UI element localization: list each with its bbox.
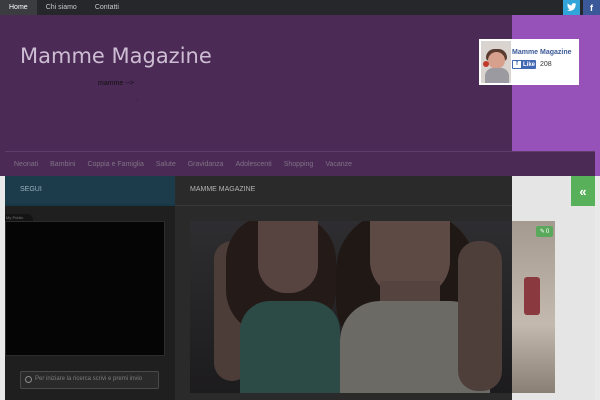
main-nav: Neonati Bambini Coppia e Famiglia Salute… — [5, 151, 595, 176]
search-placeholder: Per iniziare la ricerca scrivi e premi i… — [35, 376, 143, 382]
page-avatar[interactable] — [481, 41, 511, 83]
main-nav-gravidanza[interactable]: Gravidanza — [188, 161, 224, 168]
top-nav-chi-siamo[interactable]: Chi siamo — [37, 0, 86, 15]
breadcrumb: MAMME MAGAZINE — [175, 176, 512, 206]
main-nav-salute[interactable]: Salute — [156, 161, 176, 168]
main-nav-bambini[interactable]: Bambini — [50, 161, 75, 168]
facebook-like-button[interactable]: f Like — [512, 60, 536, 69]
decorative-dot — [137, 99, 138, 100]
site-title[interactable]: Mamme Magazine — [20, 44, 212, 68]
search-input[interactable]: Per iniziare la ricerca scrivi e premi i… — [20, 371, 159, 389]
top-nav-home[interactable]: Home — [0, 0, 37, 15]
search-icon — [25, 376, 32, 383]
collapse-sidebar-icon[interactable]: « — [571, 176, 595, 206]
main-nav-vacanze[interactable]: Vacanze — [325, 161, 352, 168]
like-count: 208 — [540, 61, 552, 68]
site-tagline: mamme --> — [98, 80, 134, 87]
sidebar-title-bar: SEGUI — [5, 176, 175, 206]
facebook-icon[interactable]: f — [583, 0, 600, 15]
featured-image[interactable] — [190, 221, 555, 393]
facebook-like-widget: Mamme Magazine f Like 208 — [479, 39, 579, 85]
top-nav-contatti[interactable]: Contatti — [86, 0, 128, 15]
social-links: f — [560, 0, 600, 15]
comment-count-badge[interactable]: ✎ 0 — [536, 226, 553, 237]
facebook-page-name[interactable]: Mamme Magazine — [512, 49, 572, 56]
video-widget-label: My Public — [6, 215, 24, 220]
comment-icon: ✎ — [539, 229, 545, 235]
breadcrumb-label: MAMME MAGAZINE — [190, 186, 256, 193]
top-nav: Home Chi siamo Contatti — [0, 0, 128, 15]
main-nav-neonati[interactable]: Neonati — [14, 161, 38, 168]
facebook-logo-icon: f — [513, 61, 521, 68]
twitter-icon[interactable] — [563, 0, 580, 15]
like-label: Like — [523, 61, 536, 68]
main-nav-coppia-famiglia[interactable]: Coppia e Famiglia — [87, 161, 143, 168]
video-player[interactable] — [5, 221, 165, 356]
main-nav-adolescenti[interactable]: Adolescenti — [236, 161, 272, 168]
sidebar-title: SEGUI — [20, 186, 42, 193]
comment-count: 0 — [545, 228, 550, 235]
main-nav-shopping[interactable]: Shopping — [284, 161, 314, 168]
